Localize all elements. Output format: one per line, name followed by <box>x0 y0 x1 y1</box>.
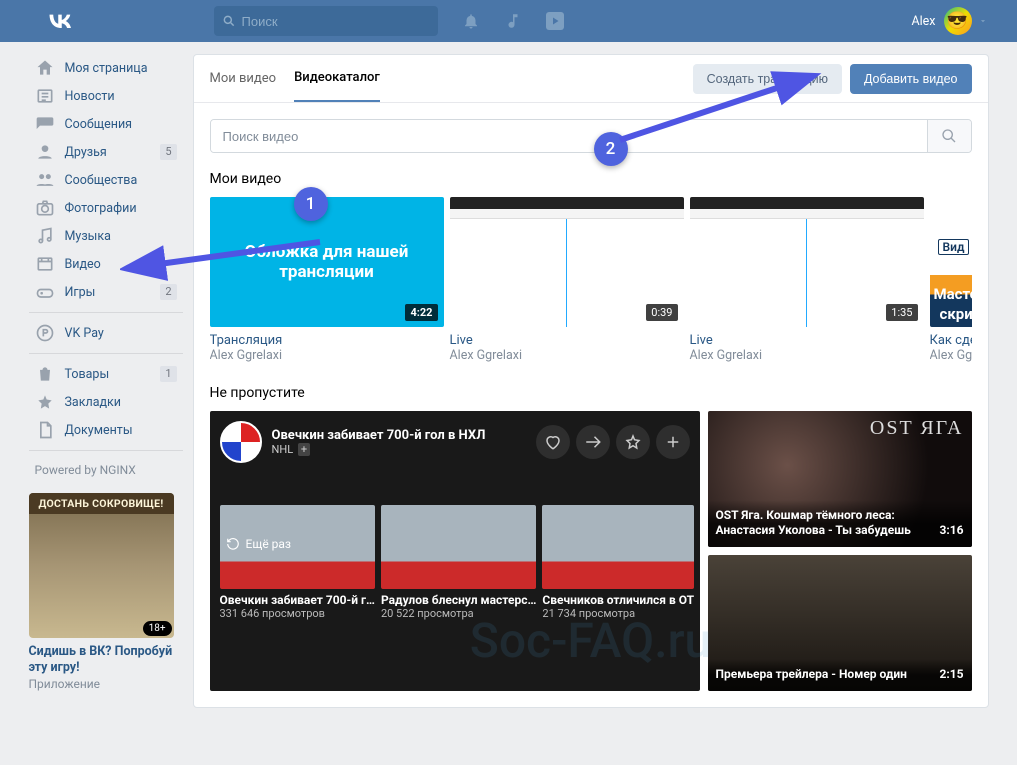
duration-badge: 1:35 <box>886 304 917 321</box>
music-player-icon[interactable] <box>504 12 522 30</box>
side-video-card[interactable]: OST ЯГА OST Яга. Кошмар тёмного леса: Ан… <box>708 411 972 547</box>
main-content: Мои видео Видеокаталог Создать трансляци… <box>193 54 989 708</box>
tab-bar: Мои видео Видеокаталог Создать трансляци… <box>194 55 988 103</box>
nav-vkpay[interactable]: VK Pay <box>29 319 183 347</box>
side-title: Премьера трейлера - Номер один <box>716 667 916 683</box>
nav-news[interactable]: Новости <box>29 82 183 110</box>
video-card[interactable]: 0:39 Live Alex Ggrelaxi <box>450 197 684 363</box>
favorite-button[interactable] <box>616 425 650 459</box>
vk-logo[interactable] <box>46 7 74 35</box>
camera-icon <box>35 198 55 218</box>
video-thumb: Обложка для нашей трансляции 4:22 <box>210 197 444 327</box>
tab-catalog[interactable]: Видеокаталог <box>294 55 380 102</box>
nav-friends[interactable]: Друзья5 <box>29 138 183 166</box>
video-title: Как сдела <box>930 333 972 348</box>
featured-sub-card[interactable]: Ещё раз Овечкин забивает 700-й г… 331 64… <box>220 505 375 620</box>
message-icon <box>35 114 55 134</box>
search-icon <box>222 14 236 28</box>
video-thumb: 0:39 <box>450 197 684 327</box>
ad-age: 18+ <box>143 621 172 636</box>
global-search[interactable] <box>214 6 438 36</box>
home-icon <box>35 58 55 78</box>
my-videos-row: Обложка для нашей трансляции 4:22 Трансл… <box>210 197 972 363</box>
video-title: Live <box>690 333 924 348</box>
share-button[interactable] <box>576 425 610 459</box>
video-title: Live <box>450 333 684 348</box>
user-name: Alex <box>911 14 935 29</box>
badge: 5 <box>160 144 176 160</box>
my-videos-title: Мои видео <box>210 171 972 187</box>
video-author: Alex Ggr <box>930 348 972 363</box>
dont-miss-title: Не пропустите <box>210 385 972 401</box>
nav-bookmarks[interactable]: Закладки <box>29 388 183 416</box>
nav-photos[interactable]: Фотографии <box>29 194 183 222</box>
nav-messages[interactable]: Сообщения <box>29 110 183 138</box>
add-button[interactable] <box>656 425 690 459</box>
news-icon <box>35 86 55 106</box>
side-video-card[interactable]: Премьера трейлера - Номер один 2:15 <box>708 555 972 691</box>
sidebar-footer: Powered by NGINX <box>29 457 183 483</box>
nav-communities[interactable]: Сообщества <box>29 166 183 194</box>
avatar <box>944 7 972 35</box>
sidebar-ad[interactable]: ДОСТАНЬ СОКРОВИЩЕ! 18+ Сидишь в ВК? Попр… <box>29 493 174 691</box>
nav-games[interactable]: Игры2 <box>29 278 183 306</box>
games-icon <box>35 282 55 302</box>
ad-banner: ДОСТАНЬ СОКРОВИЩЕ! <box>29 493 174 514</box>
featured-source: NHL <box>272 443 294 456</box>
featured-title: Овечкин забивает 700-й гол в НХЛ <box>272 428 486 443</box>
duration-badge: 3:16 <box>939 523 963 539</box>
video-author: Alex Ggrelaxi <box>450 348 684 363</box>
video-card[interactable]: Soc Вид Масте скри Как сдела Alex Ggr <box>930 197 972 363</box>
friends-icon <box>35 142 55 162</box>
video-search-button[interactable] <box>927 120 971 152</box>
music-icon <box>35 226 55 246</box>
notifications-icon[interactable] <box>462 12 480 30</box>
video-title: Трансляция <box>210 333 444 348</box>
pay-icon <box>35 323 55 343</box>
video-thumb: Soc Вид Масте скри <box>930 197 972 327</box>
global-search-input[interactable] <box>242 14 430 29</box>
video-card[interactable]: 1:35 Live Alex Ggrelaxi <box>690 197 924 363</box>
docs-icon <box>35 420 55 440</box>
ad-title: Сидишь в ВК? Попробуй эту игру! <box>29 644 174 677</box>
groups-icon <box>35 170 55 190</box>
badge: 1 <box>160 366 176 382</box>
ad-image: ДОСТАНЬ СОКРОВИЩЕ! 18+ <box>29 493 174 638</box>
play-icon[interactable] <box>546 12 564 30</box>
bookmark-icon <box>35 392 55 412</box>
replay-button[interactable]: Ещё раз <box>226 537 292 551</box>
nav-market[interactable]: Товары1 <box>29 360 183 388</box>
nav-docs[interactable]: Документы <box>29 416 183 444</box>
side-logo: OST ЯГА <box>870 417 964 439</box>
nav-video[interactable]: Видео <box>29 250 183 278</box>
left-sidebar: Моя страница Новости Сообщения Друзья5 С… <box>29 54 193 708</box>
video-author: Alex Ggrelaxi <box>210 348 444 363</box>
chevron-down-icon <box>978 16 988 26</box>
source-avatar <box>220 421 262 463</box>
featured-sub-card[interactable]: Свечников отличился в ОТ 21 734 просмотр… <box>542 505 694 620</box>
side-title: OST Яга. Кошмар тёмного леса: Анастасия … <box>716 508 916 539</box>
nav-music[interactable]: Музыка <box>29 222 183 250</box>
featured-video[interactable]: Овечкин забивает 700-й гол в НХЛ NHL + <box>210 411 700 691</box>
video-thumb: 1:35 <box>690 197 924 327</box>
video-author: Alex Ggrelaxi <box>690 348 924 363</box>
video-search-input[interactable] <box>211 120 927 152</box>
create-stream-button[interactable]: Создать трансляцию <box>693 64 842 94</box>
duration-badge: 2:15 <box>939 667 963 683</box>
add-video-button[interactable]: Добавить видео <box>850 64 972 94</box>
featured-sub-card[interactable]: Радулов блеснул мастерс… 20 522 просмотр… <box>381 505 536 620</box>
user-menu[interactable]: Alex <box>911 7 987 35</box>
video-search <box>210 119 972 153</box>
like-button[interactable] <box>536 425 570 459</box>
tab-my-videos[interactable]: Мои видео <box>210 55 277 102</box>
duration-badge: 4:22 <box>405 304 437 321</box>
market-icon <box>35 364 55 384</box>
top-header: Alex <box>0 0 1017 42</box>
badge: 2 <box>160 284 176 300</box>
nav-my-page[interactable]: Моя страница <box>29 54 183 82</box>
video-icon <box>35 254 55 274</box>
video-card[interactable]: Обложка для нашей трансляции 4:22 Трансл… <box>210 197 444 363</box>
duration-badge: 0:39 <box>646 304 677 321</box>
ad-subtitle: Приложение <box>29 677 174 691</box>
